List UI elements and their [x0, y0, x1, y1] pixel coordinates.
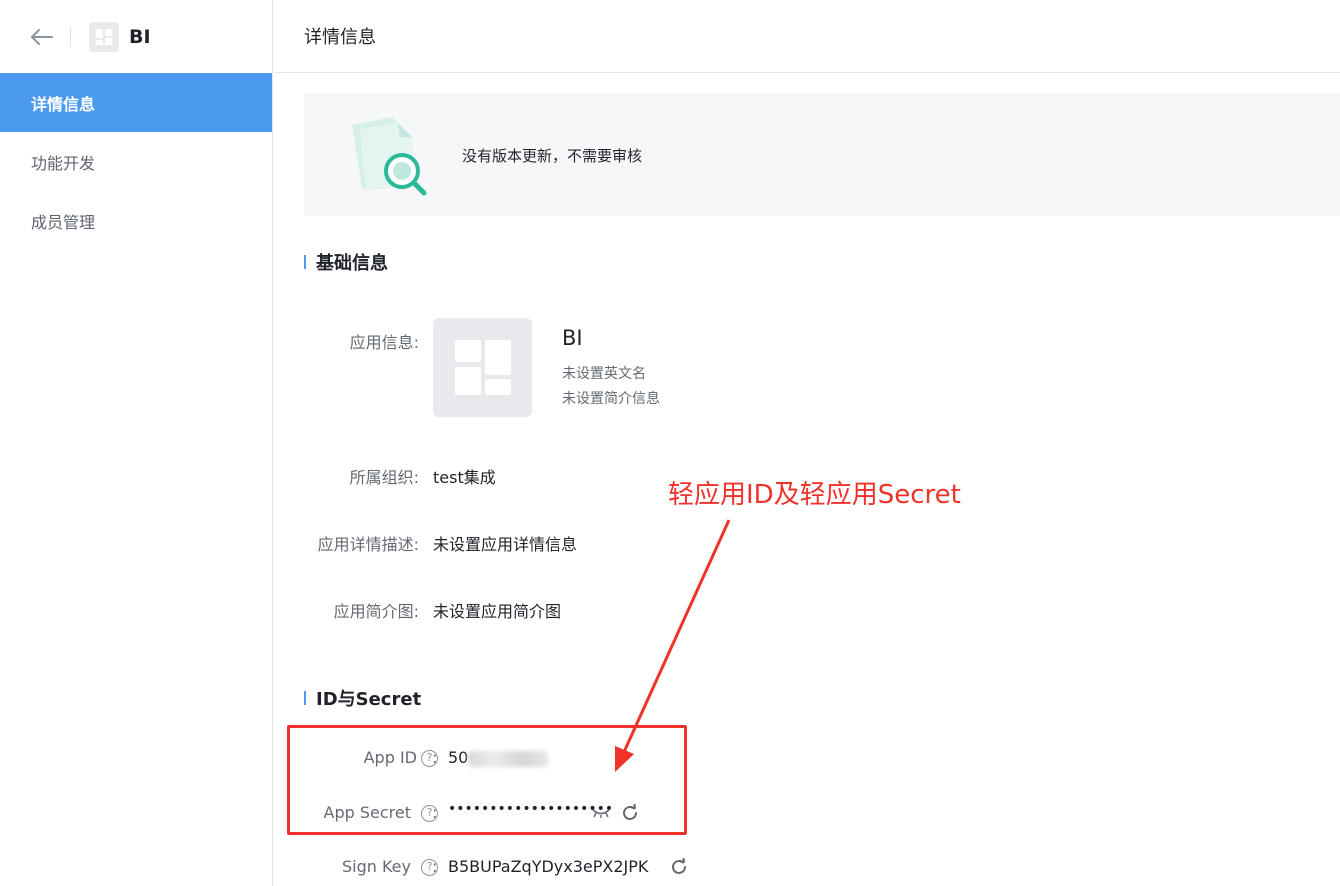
app-grid-icon — [455, 340, 511, 395]
sign-key-label-row: Sign Key? — [304, 857, 438, 876]
sidebar-item-members[interactable]: 成员管理 — [0, 191, 272, 250]
main-content: 详情信息 没有版本更新，不需要审核 基础信息 应用信息: BI 未设置英文名 未… — [274, 0, 1340, 886]
org-label: 所属组织: — [349, 468, 419, 487]
colon: : — [432, 857, 438, 876]
image-label: 应用简介图: — [333, 602, 419, 621]
back-button[interactable] — [30, 25, 54, 49]
sidebar-item-feature-dev[interactable]: 功能开发 — [0, 132, 272, 191]
app-logo — [89, 21, 119, 52]
desc-value: 未设置应用详情信息 — [433, 535, 578, 554]
version-notice: 没有版本更新，不需要审核 — [304, 93, 1340, 216]
app-brief: 未设置简介信息 — [562, 391, 660, 407]
section-title-basic: 基础信息 — [304, 249, 388, 275]
app-info-label: 应用信息: — [349, 333, 419, 352]
app-english-name: 未设置英文名 — [562, 366, 646, 382]
refresh-icon[interactable] — [669, 857, 689, 877]
notice-text: 没有版本更新，不需要审核 — [462, 147, 643, 165]
section-title-id-secret: ID与Secret — [304, 685, 421, 711]
document-search-icon — [352, 117, 427, 196]
section-accent-bar — [304, 255, 306, 269]
sign-key-label: Sign Key — [342, 857, 411, 876]
app-name: BI — [562, 326, 583, 350]
sidebar-item-details[interactable]: 详情信息 — [0, 73, 272, 132]
section-title-text: ID与Secret — [316, 689, 422, 710]
sidebar: BI 详情信息 功能开发 成员管理 — [0, 0, 273, 886]
annotation-text: 轻应用ID及轻应用Secret — [668, 480, 961, 510]
header-divider — [70, 26, 71, 47]
image-value: 未设置应用简介图 — [433, 602, 562, 621]
section-title-text: 基础信息 — [316, 253, 388, 274]
desc-label: 应用详情描述: — [317, 535, 419, 554]
section-accent-bar — [304, 691, 306, 705]
back-arrow-icon — [31, 28, 53, 45]
sidebar-app-name: BI — [129, 25, 151, 48]
sidebar-header: BI — [0, 0, 272, 73]
app-grid-icon — [96, 28, 112, 45]
app-logo-large — [433, 318, 532, 417]
page-title: 详情信息 — [274, 0, 1340, 73]
org-value: test集成 — [433, 468, 496, 487]
sign-key-value: B5BUPaZqYDyx3ePX2JPK — [448, 857, 649, 876]
annotation-highlight-box — [287, 725, 687, 835]
